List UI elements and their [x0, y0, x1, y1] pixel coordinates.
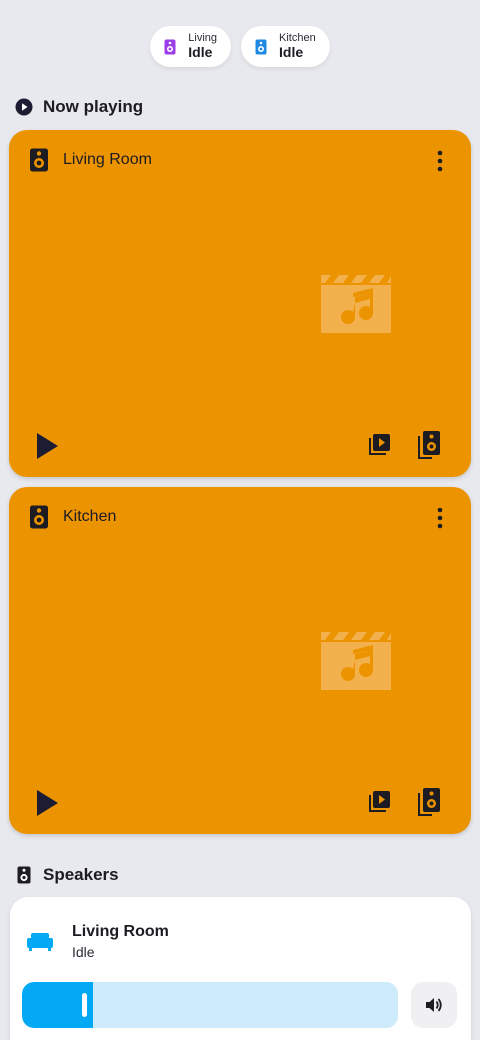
now-playing-heading: Now playing — [14, 97, 143, 117]
sofa-icon — [27, 933, 53, 951]
volume-slider-handle[interactable] — [82, 993, 87, 1017]
volume-button[interactable] — [411, 982, 457, 1028]
playlist-play-icon[interactable] — [367, 433, 391, 457]
speaker-icon — [14, 865, 34, 885]
speakers-title: Speakers — [43, 865, 119, 884]
playlist-play-icon[interactable] — [367, 790, 391, 814]
speaker-name: Living Room — [72, 923, 169, 940]
speakers-heading: Speakers — [14, 865, 119, 885]
volume-high-icon — [426, 998, 442, 1012]
music-video-icon — [321, 632, 391, 690]
speaker-icon — [29, 505, 51, 529]
chip-state-label: Idle — [188, 43, 213, 60]
volume-slider[interactable] — [22, 982, 398, 1028]
speaker-card-living-room: Living Room Idle — [10, 897, 471, 1040]
speaker-icon — [253, 39, 269, 55]
player-name: Kitchen — [63, 508, 117, 525]
speaker-icon — [162, 39, 178, 55]
speaker-group-icon[interactable] — [417, 787, 441, 817]
media-player-card-kitchen[interactable]: Kitchen — [9, 487, 471, 834]
speaker-state: Idle — [72, 944, 95, 960]
music-video-icon — [321, 275, 391, 333]
chip-kitchen[interactable]: Kitchen Idle — [241, 26, 330, 67]
play-icon[interactable] — [33, 430, 61, 462]
speaker-group-icon[interactable] — [417, 430, 441, 460]
now-playing-title: Now playing — [43, 97, 144, 116]
more-vertical-icon[interactable] — [433, 150, 447, 172]
area-chips: Living Idle Kitchen Idle — [0, 26, 480, 67]
play-icon[interactable] — [33, 787, 61, 819]
chip-state-label: Idle — [279, 43, 304, 60]
chip-living[interactable]: Living Idle — [150, 26, 232, 67]
more-vertical-icon[interactable] — [433, 507, 447, 529]
speaker-icon — [29, 148, 51, 172]
player-name: Living Room — [63, 151, 152, 168]
media-player-card-living-room[interactable]: Living Room — [9, 130, 471, 477]
play-circle-icon — [14, 97, 34, 117]
